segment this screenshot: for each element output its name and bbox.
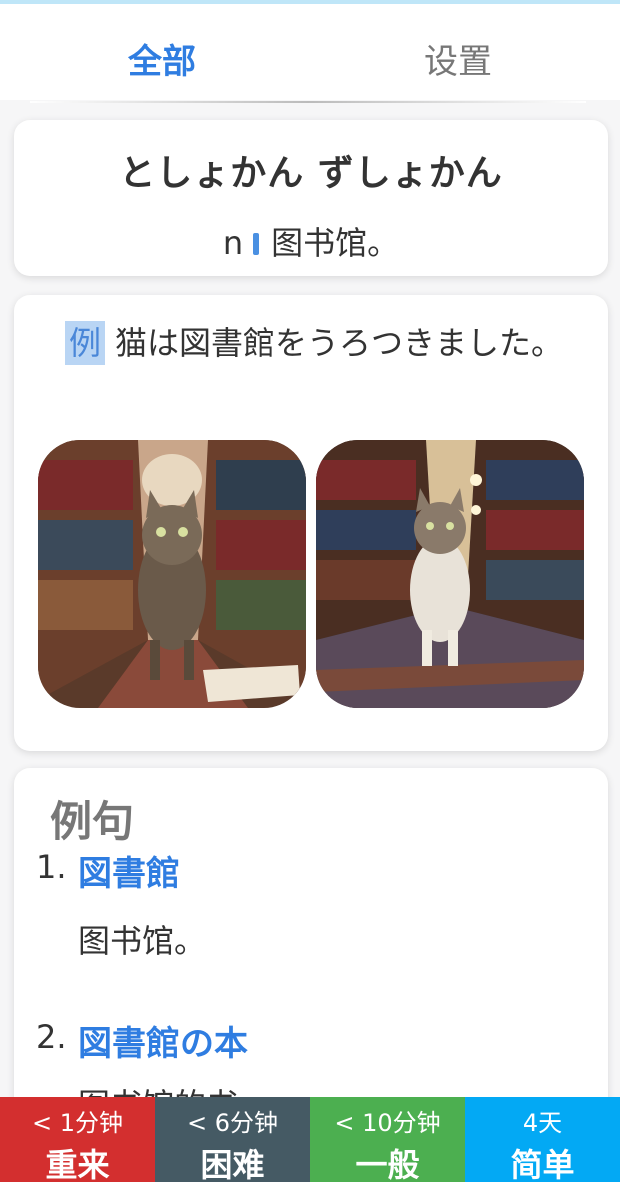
word-meaning: 图书馆。 (271, 224, 400, 262)
tab-all[interactable]: 全部 (62, 34, 262, 83)
sentence-cn: 图书馆。 (78, 922, 207, 960)
tab-divider (30, 101, 586, 103)
tab-bar: 全部 设置 (0, 4, 620, 103)
example-sentence: 猫は図書館をうろつきました。 (115, 324, 564, 362)
easy-label: 简单 (510, 1146, 575, 1182)
easy-button[interactable]: 4天 简单 (465, 1097, 620, 1182)
sentence-jp-link[interactable]: 図書館 (78, 846, 180, 895)
good-interval: < 10分钟 (334, 1109, 441, 1137)
sentence-number: 1. (36, 848, 67, 886)
example-sentence-row: 例猫は図書館をうろつきました。 (44, 319, 584, 367)
sentences-title: 例句 (50, 797, 135, 846)
easy-interval: 4天 (522, 1109, 563, 1137)
hard-button[interactable]: < 6分钟 困难 (155, 1097, 310, 1182)
word-meaning-row: n 图书馆。 (14, 218, 608, 264)
part-of-speech: n (222, 224, 244, 262)
sentence-number: 2. (36, 1018, 67, 1056)
example-card: 例猫は図書館をうろつきました。 (14, 295, 608, 751)
example-image-cat-library-1 (38, 440, 306, 708)
again-label: 重来 (45, 1146, 110, 1182)
example-tag: 例 (64, 321, 105, 365)
again-interval: < 1分钟 (31, 1109, 123, 1137)
example-image-cat-library-2 (316, 440, 584, 708)
hard-interval: < 6分钟 (186, 1109, 278, 1137)
sentence-jp-link[interactable]: 図書館の本 (78, 1016, 248, 1065)
again-button[interactable]: < 1分钟 重来 (0, 1097, 155, 1182)
good-button[interactable]: < 10分钟 一般 (310, 1097, 465, 1182)
tab-settings[interactable]: 设置 (358, 34, 558, 83)
answer-button-bar: < 1分钟 重来 < 6分钟 困难 < 10分钟 一般 4天 简单 (0, 1097, 620, 1182)
good-label: 一般 (355, 1146, 420, 1182)
hard-label: 困难 (200, 1146, 265, 1182)
pos-separator (253, 233, 260, 255)
word-card: としょかん ずしょかん n 图书馆。 (14, 120, 608, 276)
word-reading: としょかん ずしょかん (119, 153, 503, 194)
